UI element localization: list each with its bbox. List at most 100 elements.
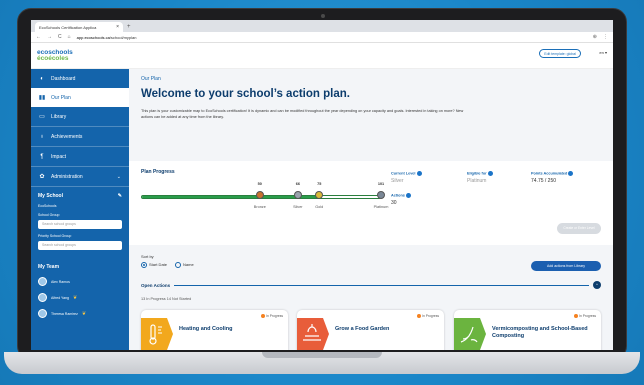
sidebar-item-dashboard[interactable]: ◐ Dashboard: [31, 69, 129, 88]
milestone-silver-marker: [293, 191, 302, 199]
milestone-value: 50: [257, 182, 262, 186]
eligible-for-value: Platinum: [467, 178, 487, 184]
my-school-section: My School ✎ EcoSchools School Group Sear…: [31, 187, 129, 250]
actions-value: 30: [391, 200, 397, 206]
edit-template-button[interactable]: Edit template: global: [539, 49, 581, 58]
eligible-for: Eligible for Platinum: [467, 171, 537, 184]
card-title: Vermicomposting and School-Based Compost…: [492, 326, 588, 339]
reload-icon[interactable]: C: [58, 34, 62, 40]
sidebar-item-label: Administration: [51, 173, 83, 180]
priority-group-search-input[interactable]: Search school groups: [38, 241, 122, 250]
garden-card-icon: [297, 318, 329, 350]
screen: EcoSchools Certification Applica × + ← →…: [31, 20, 613, 350]
back-icon[interactable]: ←: [36, 34, 41, 40]
plan-progress-panel: Plan Progress 50 Bronze 66 Silver 75 Gold 101 P…: [129, 161, 613, 245]
action-card-garden[interactable]: In Progress Grow a Food Garden: [297, 310, 444, 350]
avatar: [38, 293, 47, 302]
add-actions-button[interactable]: Add actions from Library: [531, 261, 601, 271]
action-counts: 13 In Progress 14 Not Started: [141, 297, 192, 301]
team-member[interactable]: Alfred Yang ❦: [38, 293, 129, 302]
sort-name-label: Name: [183, 262, 194, 268]
status-dot: [417, 314, 422, 319]
chevron-down-icon: ⌄: [116, 173, 121, 180]
sort-area: Sort by Start Date Name Add actions from…: [141, 254, 601, 271]
sidebar-item-our-plan[interactable]: ▮▮ Our Plan: [31, 88, 129, 107]
action-card-heating[interactable]: In Progress Heating and Cooling: [141, 310, 288, 350]
sidebar: ◐ Dashboard ▮▮ Our Plan ▭ Library ♁ Achi…: [31, 69, 129, 350]
team-member[interactable]: Theresa Ramirez ❦: [38, 309, 129, 318]
school-name: EcoSchools: [38, 204, 57, 208]
forward-icon[interactable]: →: [47, 34, 52, 40]
page-title: Welcome to your school’s action plan.: [141, 88, 350, 100]
info-icon[interactable]: [487, 171, 493, 176]
logo-line2: écoécoles: [37, 54, 69, 62]
sidebar-item-label: Our Plan: [51, 94, 71, 101]
language-select[interactable]: en ▾: [599, 50, 607, 55]
url-domain: app.ecoschools.ca: [76, 34, 110, 40]
milestone-label: Silver: [293, 205, 303, 209]
sidebar-item-impact[interactable]: ¶ Impact: [31, 147, 129, 166]
open-actions-label: Open Actions: [141, 282, 171, 288]
intro-section: Our Plan Welcome to your school’s action…: [129, 69, 613, 161]
school-group-search-input[interactable]: Search school groups: [38, 220, 122, 229]
status-text: In Progress: [579, 314, 596, 318]
sort-by-label: Sort by: [141, 254, 154, 259]
menu-icon[interactable]: ⋮: [603, 34, 608, 40]
milestone-value: 101: [377, 182, 385, 186]
laptop-notch: [262, 352, 382, 358]
sidebar-item-administration[interactable]: ✿ Administration ⌄: [31, 167, 129, 186]
info-icon[interactable]: [416, 171, 422, 176]
member-name: Alex Ramos: [51, 279, 70, 284]
pencil-icon[interactable]: ✎: [118, 193, 122, 199]
status-text: In Progress: [266, 314, 283, 318]
new-tab-button[interactable]: +: [127, 22, 131, 32]
actions-label: Actions: [391, 193, 405, 198]
address-bar: ← → C ⌂ app.ecoschools.ca/school/myplan …: [31, 32, 613, 43]
logo[interactable]: ecoschools écoécoles: [37, 49, 73, 62]
sidebar-item-achievements[interactable]: ♁ Achievements: [31, 127, 129, 146]
medal-icon: ♁: [39, 133, 45, 140]
status-dot: [261, 314, 266, 319]
action-cards: In Progress Heating and Cooling In Progr…: [141, 310, 611, 350]
intro-text: This plan is your customizable map to Ec…: [141, 109, 464, 119]
info-icon[interactable]: [406, 193, 411, 198]
actions-stat: Actions 30: [391, 193, 461, 206]
card-title: Grow a Food Garden: [335, 326, 390, 332]
member-name: Alfred Yang: [51, 295, 69, 300]
points-value: 74.75 / 250: [531, 178, 557, 184]
url-field[interactable]: app.ecoschools.ca/school/myplan: [77, 35, 587, 40]
avatar: [38, 277, 47, 286]
milestone-label: Bronze: [253, 205, 266, 209]
school-group-label: School Group: [38, 213, 60, 217]
collapse-icon[interactable]: ^: [593, 281, 601, 289]
info-icon[interactable]: [568, 171, 574, 176]
action-card-composting[interactable]: In Progress Vermicomposting and School-B…: [454, 310, 601, 350]
home-icon[interactable]: ⌂: [68, 34, 71, 40]
sidebar-item-label: Achievements: [51, 133, 83, 140]
status-badge: In Progress: [417, 314, 439, 319]
sidebar-item-library[interactable]: ▭ Library: [31, 107, 129, 126]
current-level-label: Current Level: [391, 171, 416, 176]
breadcrumb: Our Plan: [141, 76, 161, 82]
milestone-value: 66: [295, 182, 300, 186]
current-level-value: Silver: [391, 178, 404, 184]
sort-start-date-label: Start Date: [149, 262, 168, 268]
my-team-heading: My Team: [38, 264, 60, 270]
eligible-for-label: Eligible for: [467, 171, 487, 176]
browser-tab[interactable]: EcoSchools Certification Applica ×: [35, 22, 123, 32]
sidebar-item-label: Library: [51, 113, 67, 120]
my-school-heading: My School: [38, 193, 64, 199]
status-badge: In Progress: [574, 314, 596, 319]
sort-name-radio[interactable]: Name: [175, 262, 194, 268]
close-icon[interactable]: ×: [116, 24, 119, 30]
extension-icon[interactable]: ⊕: [593, 34, 597, 40]
create-level-button[interactable]: Create or Enter Level: [557, 223, 601, 234]
sort-start-date-radio[interactable]: Start Date: [141, 262, 167, 268]
thermometer-card-icon: [141, 318, 173, 350]
open-actions-header: Open Actions ^: [141, 281, 601, 289]
progress-bar-fill: [142, 196, 319, 198]
sidebar-item-label: Dashboard: [51, 75, 76, 82]
team-member[interactable]: Alex Ramos: [38, 277, 129, 286]
url-path: /school/myplan: [109, 34, 137, 40]
member-name: Theresa Ramirez: [51, 311, 78, 316]
